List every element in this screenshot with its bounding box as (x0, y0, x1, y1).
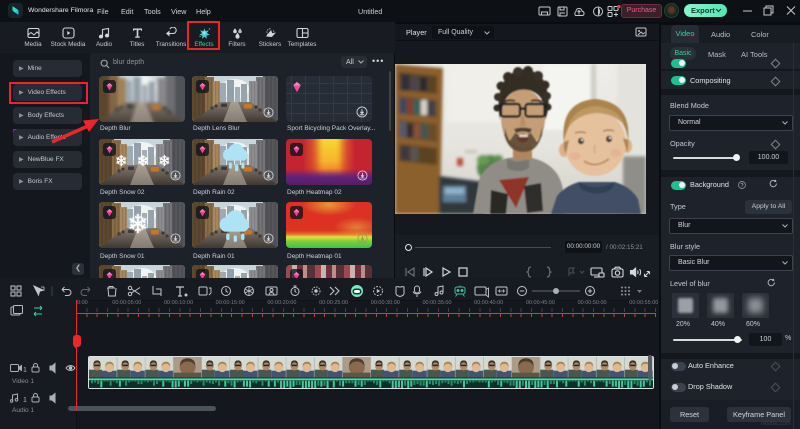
svg-text:1: 1 (23, 367, 27, 374)
svg-text:1: 1 (23, 397, 27, 404)
